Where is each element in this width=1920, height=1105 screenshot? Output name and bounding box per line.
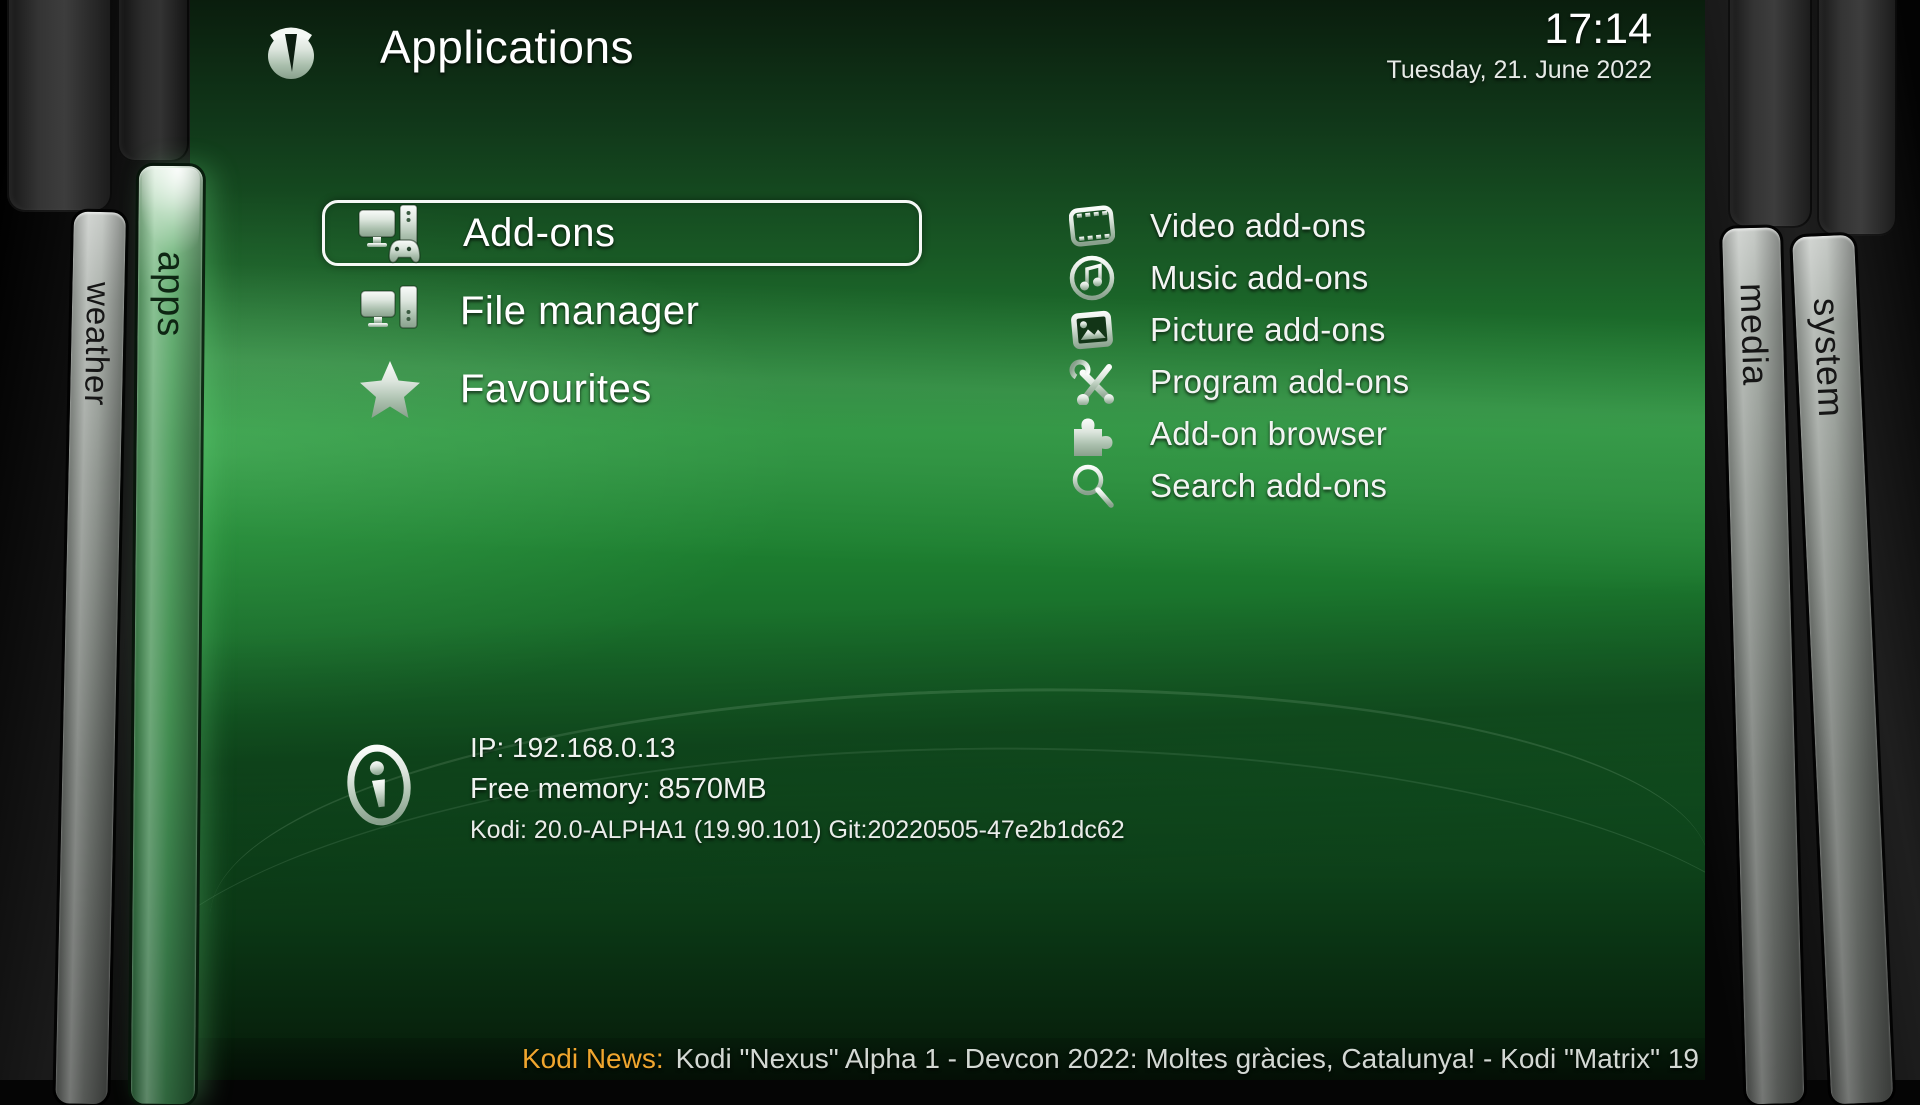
- submenu-item-label: Picture add-ons: [1150, 311, 1386, 349]
- main-background: [150, 0, 1780, 1080]
- ticker-text: Kodi "Nexus" Alpha 1 - Devcon 2022: Molt…: [676, 1043, 1699, 1075]
- ticker-label: Kodi News:: [522, 1043, 664, 1075]
- sidebar-tab-apps[interactable]: apps: [131, 166, 203, 1105]
- news-ticker: Kodi News: Kodi "Nexus" Alpha 1 - Devcon…: [150, 1038, 1780, 1080]
- menu-item-favourites[interactable]: Favourites: [322, 356, 922, 422]
- program-tools-icon: [1064, 359, 1120, 405]
- clock: 17:14 Tuesday, 21. June 2022: [1387, 4, 1652, 85]
- music-note-icon: [1064, 255, 1120, 301]
- submenu-item-program-addons[interactable]: Program add-ons: [1064, 356, 1409, 408]
- menu-item-addons[interactable]: Add-ons: [322, 200, 922, 266]
- submenu-item-music-addons[interactable]: Music add-ons: [1064, 252, 1409, 304]
- system-info: IP: 192.168.0.13 Free memory: 8570MB Kod…: [470, 732, 1125, 845]
- file-manager-icon: [352, 284, 428, 338]
- picture-icon: [1064, 309, 1120, 351]
- submenu-item-label: Music add-ons: [1150, 259, 1369, 297]
- addons-icon: [355, 202, 431, 264]
- kodi-skin-logo-icon: [262, 20, 320, 85]
- clock-date: Tuesday, 21. June 2022: [1387, 56, 1652, 85]
- submenu-item-picture-addons[interactable]: Picture add-ons: [1064, 304, 1409, 356]
- favourites-star-icon: [352, 360, 428, 418]
- sidebar-tab-label: apps: [141, 166, 192, 1104]
- system-info-ip: IP: 192.168.0.13: [470, 732, 1125, 764]
- submenu-item-search-addons[interactable]: Search add-ons: [1064, 460, 1409, 512]
- menu-item-label: Add-ons: [463, 211, 615, 256]
- submenu-item-addon-browser[interactable]: Add-on browser: [1064, 408, 1409, 460]
- search-icon: [1064, 463, 1120, 509]
- info-icon: [342, 742, 416, 833]
- submenu-item-label: Video add-ons: [1150, 207, 1366, 245]
- video-film-icon: [1064, 205, 1120, 247]
- system-info-version: Kodi: 20.0-ALPHA1 (19.90.101) Git:202205…: [470, 816, 1125, 845]
- submenu-item-video-addons[interactable]: Video add-ons: [1064, 200, 1409, 252]
- addons-submenu: Video add-ons Music add-ons Pictur: [1064, 200, 1409, 512]
- clock-time: 17:14: [1387, 4, 1652, 54]
- system-info-free-memory: Free memory: 8570MB: [470, 773, 1125, 806]
- addon-puzzle-icon: [1064, 411, 1120, 457]
- submenu-item-label: Search add-ons: [1150, 467, 1387, 505]
- system-tab-slot: [1817, 0, 1897, 236]
- menu-item-file-manager[interactable]: File manager: [322, 278, 922, 344]
- menu-item-label: File manager: [460, 289, 699, 334]
- media-tab-slot: [1728, 0, 1812, 228]
- menu-item-label: Favourites: [460, 367, 652, 412]
- main-menu: Add-ons File manager Favourites: [322, 200, 922, 422]
- page-title: Applications: [380, 20, 634, 74]
- apps-tab-slot: [117, 0, 189, 162]
- submenu-item-label: Add-on browser: [1150, 415, 1387, 453]
- weather-tab-slot: [7, 0, 112, 212]
- submenu-item-label: Program add-ons: [1150, 363, 1409, 401]
